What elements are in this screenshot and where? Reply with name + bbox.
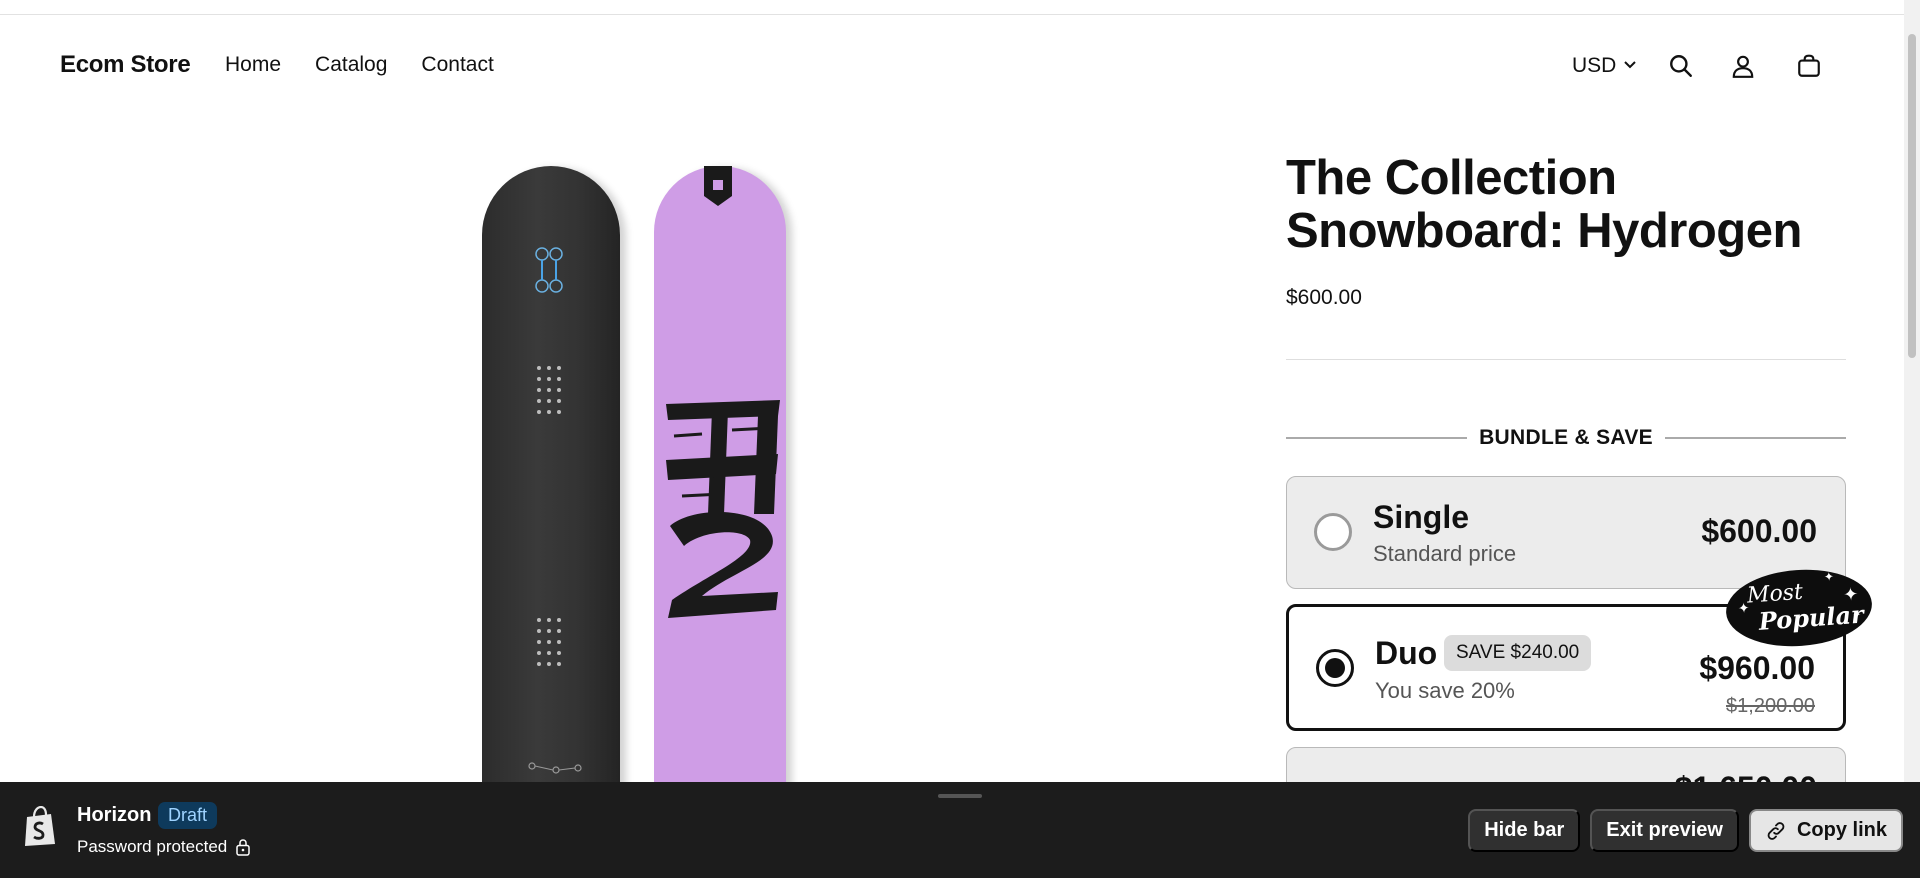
store-logo[interactable]: Ecom Store bbox=[60, 51, 191, 79]
sparkle-icon: ✦ bbox=[1852, 609, 1862, 622]
main-nav: Home Catalog Contact bbox=[225, 53, 494, 77]
snowboard-purple-image bbox=[654, 166, 786, 782]
product-title-line1: The Collection bbox=[1286, 151, 1617, 205]
option-price: $960.00 bbox=[1699, 650, 1815, 686]
h2-brush-graphic bbox=[666, 400, 780, 618]
password-status: Password protected bbox=[77, 837, 251, 857]
account-icon[interactable] bbox=[1728, 51, 1758, 81]
copy-link-button[interactable]: Copy link bbox=[1748, 809, 1903, 852]
snowboard-black-image bbox=[482, 166, 620, 782]
brand-tip-icon bbox=[704, 166, 732, 206]
theme-name: Horizon bbox=[77, 804, 152, 826]
bundle-option-single[interactable]: Single Standard price $600.00 bbox=[1286, 476, 1846, 589]
heading-rule-right bbox=[1664, 437, 1847, 439]
product-price: $600.00 bbox=[1286, 286, 1362, 309]
bundle-heading: BUNDLE & SAVE bbox=[1286, 426, 1847, 450]
chevron-down-icon bbox=[1622, 54, 1638, 78]
option-subtitle: Standard price bbox=[1373, 541, 1517, 566]
header-actions: USD bbox=[1572, 51, 1824, 81]
product-title-line2: Snowboard: Hydrogen bbox=[1286, 204, 1802, 258]
lock-icon bbox=[236, 839, 250, 856]
exit-preview-button[interactable]: Exit preview bbox=[1590, 809, 1739, 852]
product-image[interactable] bbox=[470, 160, 800, 782]
sparkle-icon: ✦ bbox=[1823, 569, 1835, 585]
currency-selector[interactable]: USD bbox=[1572, 54, 1638, 78]
product-info: The Collection Snowboard: Hydrogen $600.… bbox=[1286, 152, 1846, 310]
option-name: Single bbox=[1373, 499, 1470, 535]
hide-bar-button[interactable]: Hide bar bbox=[1468, 809, 1581, 852]
constellation-icon bbox=[528, 762, 582, 774]
copy-link-label: Copy link bbox=[1796, 819, 1887, 841]
browser-top-edge bbox=[0, 0, 1904, 15]
heading-rule-left bbox=[1286, 437, 1468, 439]
drag-handle[interactable] bbox=[938, 794, 982, 798]
sparkle-icon: ✦ bbox=[1737, 599, 1751, 617]
sparkle-icon: ✦ bbox=[1842, 583, 1859, 605]
option-compare-price: $1,200.00 bbox=[1726, 695, 1815, 717]
theme-preview-bar: Horizon Draft Password protected Hide ba… bbox=[0, 782, 1920, 878]
password-status-text: Password protected bbox=[77, 837, 228, 856]
binding-mount-icon bbox=[535, 247, 563, 293]
nav-catalog[interactable]: Catalog bbox=[315, 53, 387, 77]
currency-label: USD bbox=[1572, 54, 1617, 77]
radio-duo[interactable] bbox=[1316, 649, 1354, 687]
insert-dots-upper bbox=[537, 366, 561, 414]
radio-single[interactable] bbox=[1314, 513, 1352, 551]
save-badge: SAVE $240.00 bbox=[1444, 635, 1592, 671]
search-icon[interactable] bbox=[1666, 51, 1696, 81]
insert-dots-lower bbox=[537, 618, 561, 666]
scrollbar-thumb[interactable] bbox=[1908, 34, 1916, 358]
divider bbox=[1286, 359, 1846, 360]
draft-badge: Draft bbox=[158, 802, 218, 829]
cart-icon[interactable] bbox=[1794, 51, 1824, 81]
bundle-heading-text: BUNDLE & SAVE bbox=[1479, 426, 1653, 449]
product-title: The Collection Snowboard: Hydrogen bbox=[1286, 152, 1846, 258]
shopify-bag-icon bbox=[25, 806, 55, 846]
link-icon bbox=[1767, 821, 1785, 840]
nav-home[interactable]: Home bbox=[225, 53, 281, 77]
page-scrollbar[interactable] bbox=[1904, 0, 1920, 782]
option-price: $600.00 bbox=[1701, 513, 1817, 549]
site-header: Ecom Store Home Catalog Contact USD bbox=[0, 15, 1904, 117]
nav-contact[interactable]: Contact bbox=[421, 53, 493, 77]
option-name: Duo bbox=[1375, 635, 1438, 671]
preview-actions: Hide bar Exit preview Copy link bbox=[1468, 809, 1903, 852]
option-subtitle: You save 20% bbox=[1375, 678, 1515, 703]
